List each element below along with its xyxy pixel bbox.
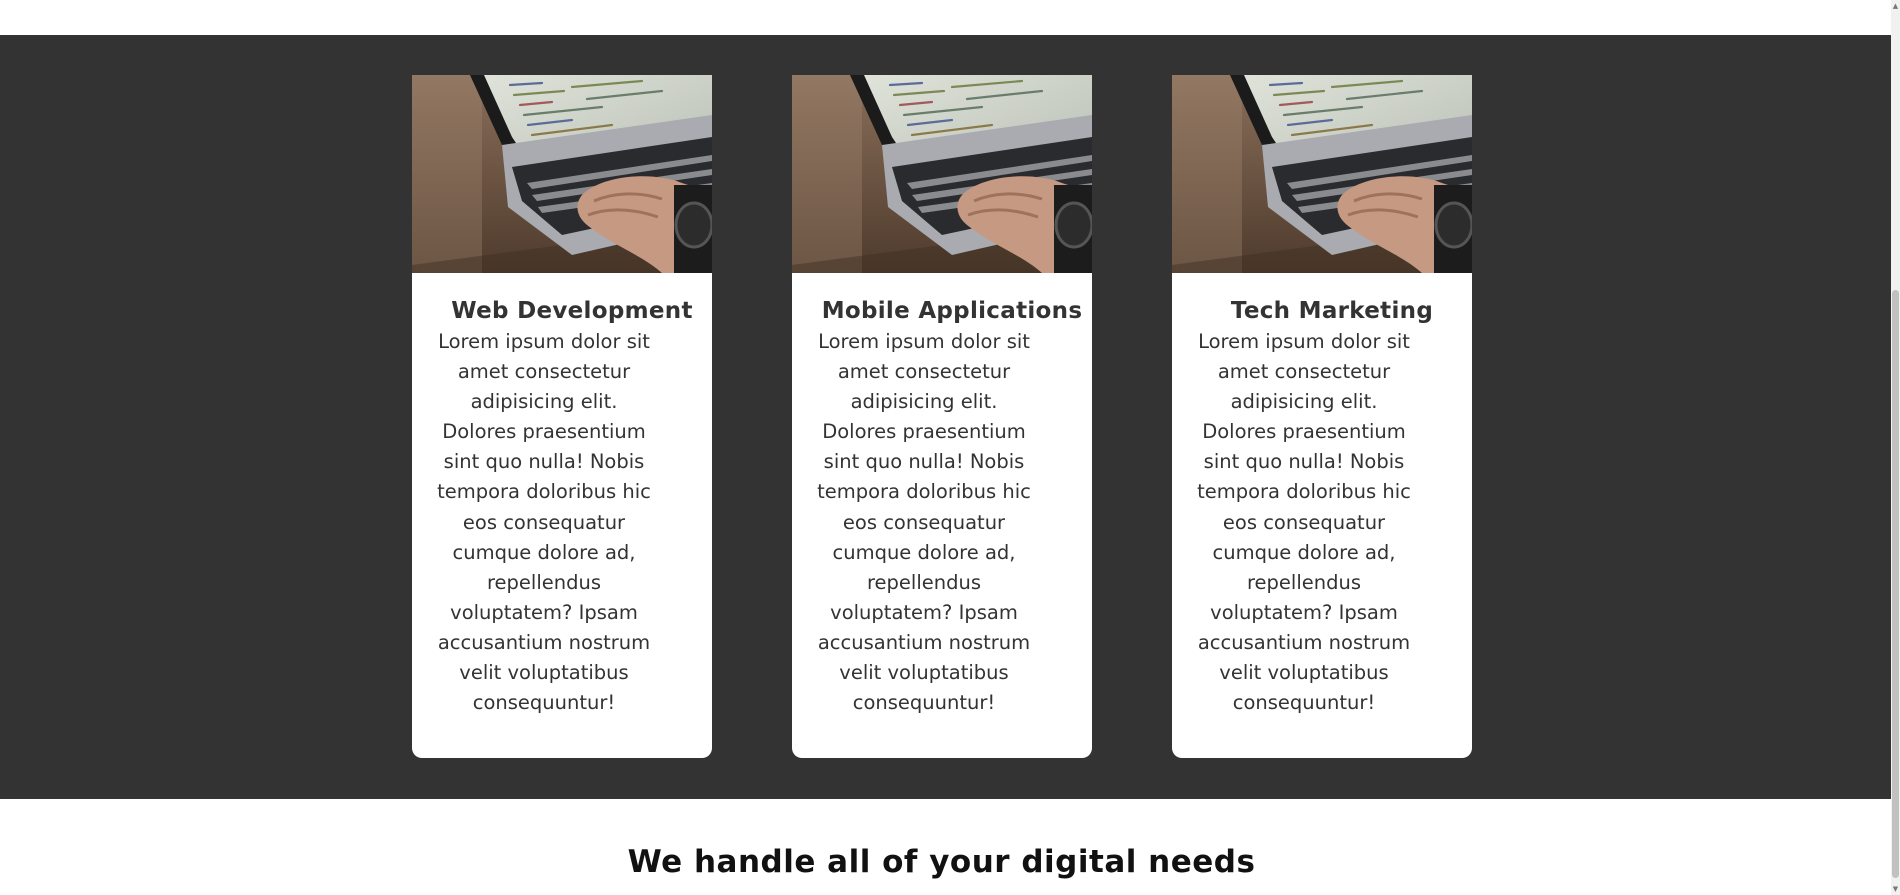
card-title: Tech Marketing — [1230, 298, 1434, 324]
laptop-coding-image — [412, 75, 712, 273]
card-title: Mobile Applications — [821, 298, 1083, 324]
scroll-up-arrow-icon[interactable]: ▲ — [1891, 0, 1900, 12]
laptop-coding-image — [1172, 75, 1472, 273]
page: Web Development Lorem ipsum dolor sit am… — [0, 0, 1900, 895]
services-section: Web Development Lorem ipsum dolor sit am… — [0, 35, 1891, 799]
card-description: Lorem ipsum dolor sit amet consectetur a… — [437, 330, 651, 715]
top-strip — [0, 0, 1891, 35]
card-description: Lorem ipsum dolor sit amet consectetur a… — [817, 330, 1031, 715]
card-description: Lorem ipsum dolor sit amet consectetur a… — [1197, 330, 1411, 715]
service-card-web-development: Web Development Lorem ipsum dolor sit am… — [412, 75, 712, 758]
card-title: Web Development — [451, 298, 693, 324]
service-card-tech-marketing: Tech Marketing Lorem ipsum dolor sit ame… — [1172, 75, 1472, 758]
vertical-scrollbar[interactable]: ▲ ▼ — [1891, 0, 1900, 895]
section-heading: We handle all of your digital needs — [627, 844, 1256, 880]
service-card-mobile-applications: Mobile Applications Lorem ipsum dolor si… — [792, 75, 1092, 758]
scroll-down-arrow-icon[interactable]: ▼ — [1891, 883, 1900, 895]
scrollbar-thumb[interactable] — [1892, 290, 1899, 878]
laptop-coding-image — [792, 75, 1092, 273]
